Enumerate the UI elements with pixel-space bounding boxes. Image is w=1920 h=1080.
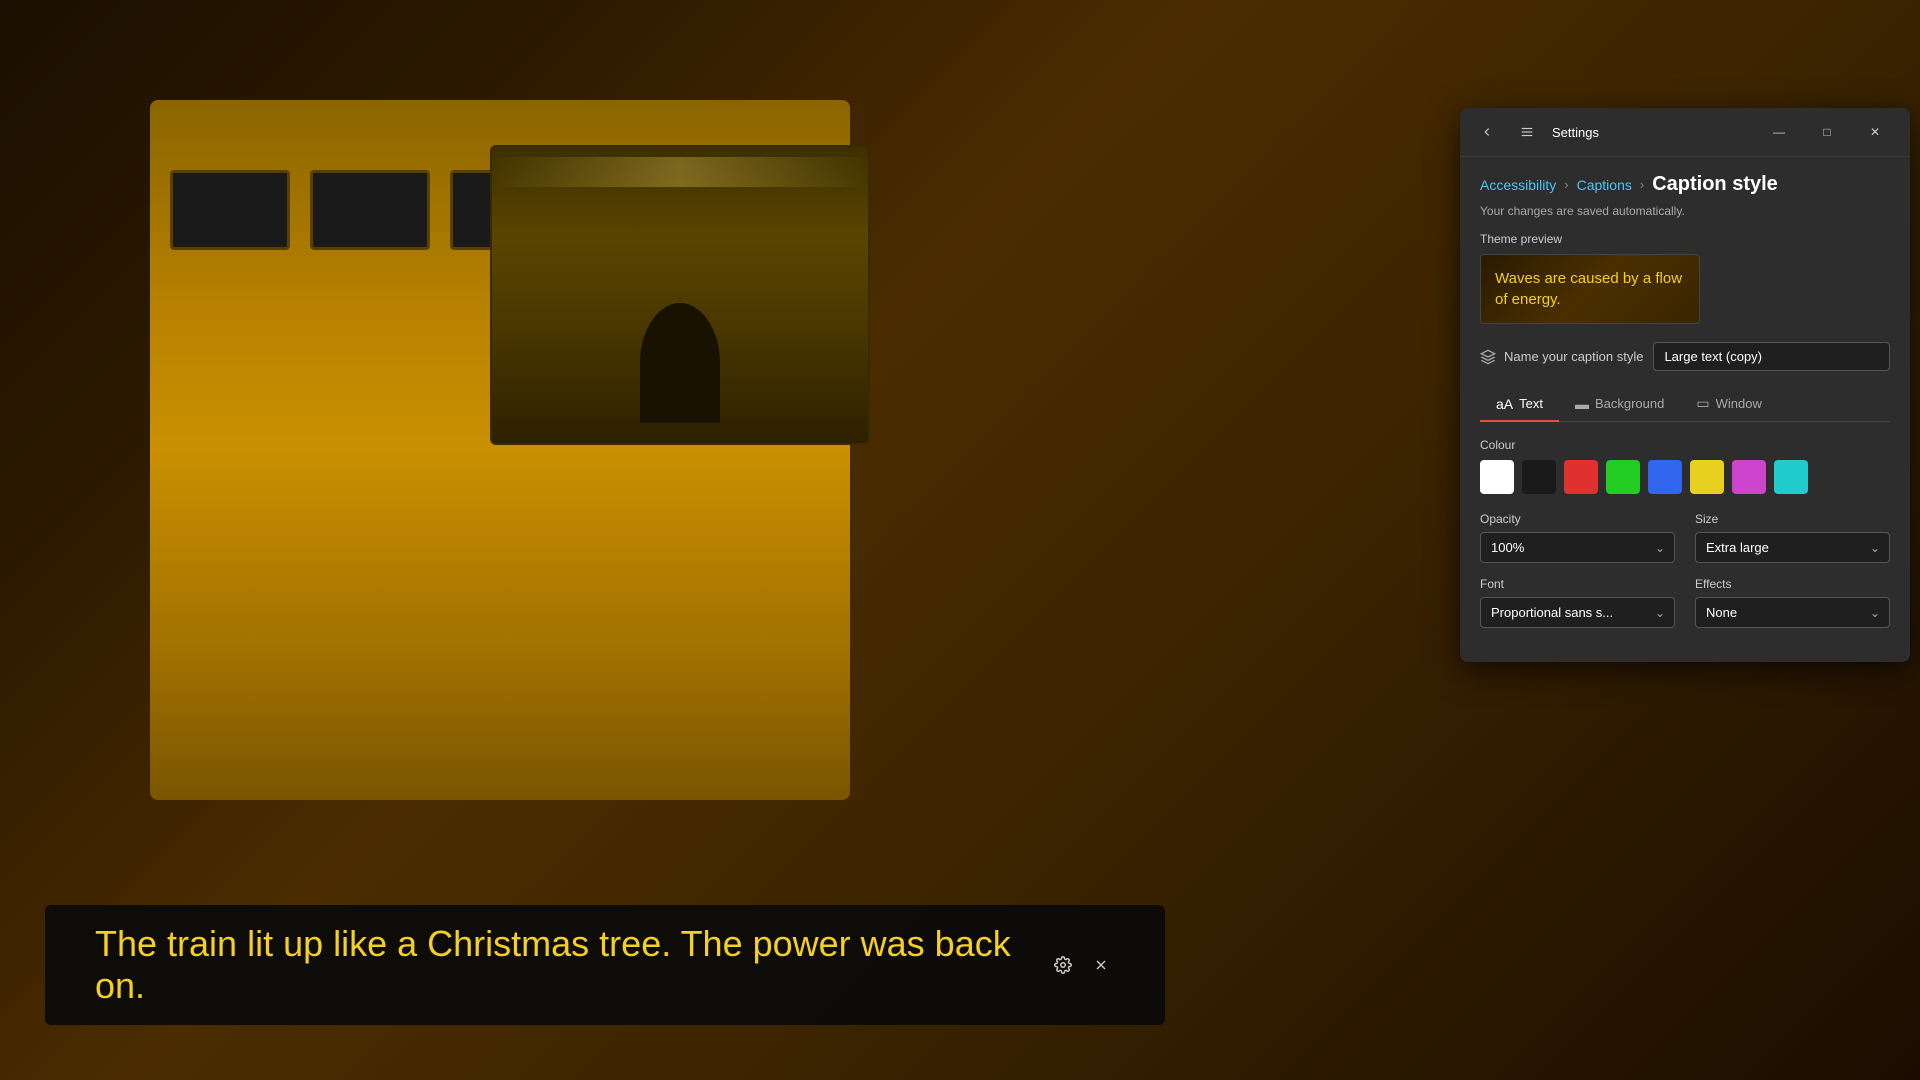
settings-content: Accessibility › Captions › Caption style… — [1460, 157, 1910, 662]
theme-preview-text: Waves are caused by a flow of energy. — [1495, 268, 1685, 310]
caption-text: The train lit up like a Christmas tree. … — [95, 923, 1029, 1007]
opacity-size-row: Opacity 100% 75% 50% 25% Size Small Medi… — [1480, 512, 1890, 563]
settings-titlebar: Settings — □ ✕ — [1460, 108, 1910, 157]
caption-close-button[interactable] — [1087, 951, 1115, 979]
size-label: Size — [1695, 512, 1890, 526]
menu-button[interactable] — [1512, 123, 1542, 141]
tab-background-label: Background — [1595, 396, 1664, 411]
caption-name-row: Name your caption style — [1480, 342, 1890, 371]
caption-name-label: Name your caption style — [1504, 349, 1643, 364]
color-swatch-yellow[interactable] — [1690, 460, 1724, 494]
opacity-dropdown-wrapper: 100% 75% 50% 25% — [1480, 532, 1675, 563]
size-col: Size Small Medium Large Extra large — [1695, 512, 1890, 563]
screen-interior-view — [490, 145, 870, 445]
caption-settings-button[interactable] — [1049, 951, 1077, 979]
theme-preview-box: Waves are caused by a flow of energy. — [1480, 254, 1700, 324]
colour-section-label: Colour — [1480, 438, 1890, 452]
breadcrumb-accessibility[interactable]: Accessibility — [1480, 177, 1556, 193]
caption-bar: The train lit up like a Christmas tree. … — [45, 905, 1165, 1025]
color-swatch-green[interactable] — [1606, 460, 1640, 494]
color-swatch-black[interactable] — [1522, 460, 1556, 494]
tab-window-label: Window — [1716, 396, 1762, 411]
theme-preview-label: Theme preview — [1480, 232, 1890, 246]
font-dropdown-wrapper: Proportional sans s... Monospace sans Pr… — [1480, 597, 1675, 628]
back-button[interactable] — [1472, 123, 1502, 141]
color-swatch-magenta[interactable] — [1732, 460, 1766, 494]
color-swatch-blue[interactable] — [1648, 460, 1682, 494]
font-dropdown[interactable]: Proportional sans s... Monospace sans Pr… — [1480, 597, 1675, 628]
color-swatches-row — [1480, 460, 1890, 494]
screen-ceiling — [492, 157, 868, 187]
breadcrumb-caption-style: Caption style — [1652, 173, 1778, 196]
tab-text-label: Text — [1519, 396, 1543, 411]
tab-text[interactable]: aA Text — [1480, 387, 1559, 422]
font-col: Font Proportional sans s... Monospace sa… — [1480, 577, 1675, 628]
close-button[interactable]: ✕ — [1852, 116, 1898, 148]
caption-name-input[interactable] — [1653, 342, 1890, 371]
size-dropdown[interactable]: Small Medium Large Extra large — [1695, 532, 1890, 563]
opacity-dropdown[interactable]: 100% 75% 50% 25% — [1480, 532, 1675, 563]
train-window-1 — [170, 170, 290, 250]
titlebar-left: Settings — [1472, 123, 1599, 141]
opacity-label: Opacity — [1480, 512, 1675, 526]
titlebar-title: Settings — [1552, 125, 1599, 140]
color-swatch-cyan[interactable] — [1774, 460, 1808, 494]
color-swatch-white[interactable] — [1480, 460, 1514, 494]
opacity-col: Opacity 100% 75% 50% 25% — [1480, 512, 1675, 563]
tab-background[interactable]: ▬ Background — [1559, 387, 1680, 422]
effects-col: Effects None Raised Depressed Uniform Dr… — [1695, 577, 1890, 628]
tabs-row: aA Text ▬ Background ▭ Window — [1480, 387, 1890, 422]
window-tab-icon: ▭ — [1696, 395, 1709, 412]
font-label: Font — [1480, 577, 1675, 591]
effects-dropdown[interactable]: None Raised Depressed Uniform Drop shado… — [1695, 597, 1890, 628]
caption-controls — [1049, 951, 1115, 979]
maximize-button[interactable]: □ — [1804, 116, 1850, 148]
caption-name-left: Name your caption style — [1480, 349, 1643, 365]
effects-dropdown-wrapper: None Raised Depressed Uniform Drop shado… — [1695, 597, 1890, 628]
breadcrumb-sep-2: › — [1640, 177, 1644, 192]
bg-tab-icon: ▬ — [1575, 396, 1589, 412]
screen-figure — [640, 303, 720, 423]
train-window-2 — [310, 170, 430, 250]
color-swatch-red[interactable] — [1564, 460, 1598, 494]
style-icon — [1480, 349, 1496, 365]
size-dropdown-wrapper: Small Medium Large Extra large — [1695, 532, 1890, 563]
effects-label: Effects — [1695, 577, 1890, 591]
breadcrumb-sep-1: › — [1564, 177, 1568, 192]
font-effects-row: Font Proportional sans s... Monospace sa… — [1480, 577, 1890, 628]
titlebar-controls: — □ ✕ — [1756, 116, 1898, 148]
breadcrumb-captions[interactable]: Captions — [1577, 177, 1632, 193]
minimize-button[interactable]: — — [1756, 116, 1802, 148]
breadcrumb: Accessibility › Captions › Caption style — [1480, 173, 1890, 196]
text-tab-icon: aA — [1496, 396, 1513, 412]
auto-save-note: Your changes are saved automatically. — [1480, 204, 1890, 218]
tab-window[interactable]: ▭ Window — [1680, 387, 1777, 422]
settings-panel: Settings — □ ✕ Accessibility › Captions … — [1460, 108, 1910, 662]
